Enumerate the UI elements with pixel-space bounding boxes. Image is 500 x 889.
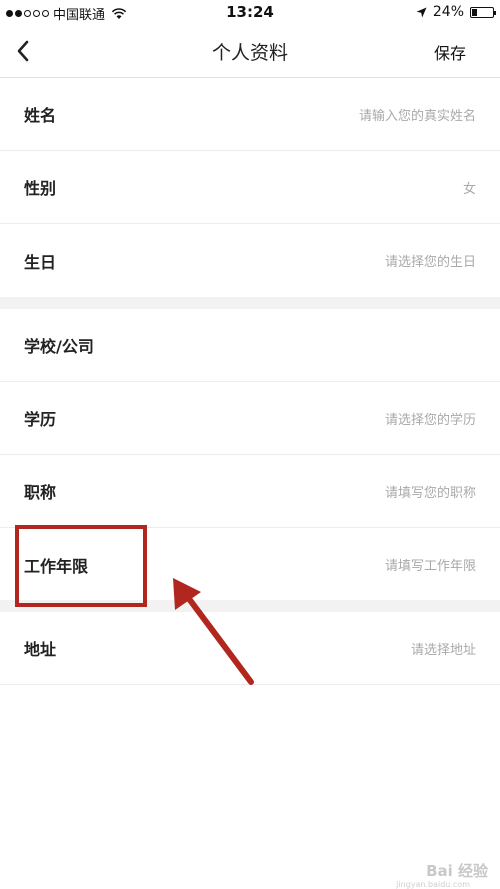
field-label: 姓名 bbox=[24, 106, 57, 125]
battery-percent: 24% bbox=[432, 4, 464, 20]
section-divider bbox=[0, 297, 500, 309]
battery-level bbox=[472, 8, 477, 16]
nav-bar: 个人资料 保存 bbox=[0, 26, 500, 78]
annotation-highlight-box bbox=[15, 525, 147, 607]
field-value: 女 bbox=[462, 181, 476, 197]
field-placeholder: 请选择您的学历 bbox=[384, 412, 476, 428]
school-company-field[interactable]: 学校/公司 bbox=[0, 309, 500, 382]
field-label: 职称 bbox=[24, 483, 57, 502]
location-arrow-icon bbox=[416, 7, 427, 17]
field-label: 性别 bbox=[24, 179, 57, 198]
gender-field[interactable]: 性别 女 bbox=[0, 151, 500, 224]
status-bar: 中国联通 13:24 24% bbox=[0, 0, 500, 26]
birthday-field[interactable]: 生日 请选择您的生日 bbox=[0, 224, 500, 297]
annotation-arrow-icon bbox=[173, 578, 254, 685]
page-title: 个人资料 bbox=[211, 42, 288, 64]
watermark-url: jingyan.baidu.com bbox=[396, 880, 470, 889]
field-placeholder: 请输入您的真实姓名 bbox=[358, 108, 476, 124]
name-field[interactable]: 姓名 请输入您的真实姓名 bbox=[0, 78, 500, 151]
battery-icon bbox=[470, 6, 496, 18]
job-title-field[interactable]: 职称 请填写您的职称 bbox=[0, 455, 500, 528]
field-label: 生日 bbox=[24, 252, 57, 272]
save-button[interactable]: 保存 bbox=[434, 40, 466, 64]
education-field[interactable]: 学历 请选择您的学历 bbox=[0, 382, 500, 455]
field-label: 学历 bbox=[24, 410, 57, 429]
field-placeholder: 请填写工作年限 bbox=[384, 559, 476, 574]
status-right: 24% bbox=[416, 4, 496, 20]
basic-info-section: 姓名 请输入您的真实姓名 性别 女 生日 请选择您的生日 bbox=[0, 78, 500, 297]
field-placeholder: 请填写您的职称 bbox=[384, 485, 476, 501]
field-label: 地址 bbox=[24, 640, 57, 659]
field-placeholder: 请选择您的生日 bbox=[384, 255, 476, 270]
field-placeholder: 请选择地址 bbox=[410, 642, 476, 658]
watermark-logo: Bai 经验 bbox=[426, 862, 488, 880]
field-label: 学校/公司 bbox=[24, 337, 94, 356]
